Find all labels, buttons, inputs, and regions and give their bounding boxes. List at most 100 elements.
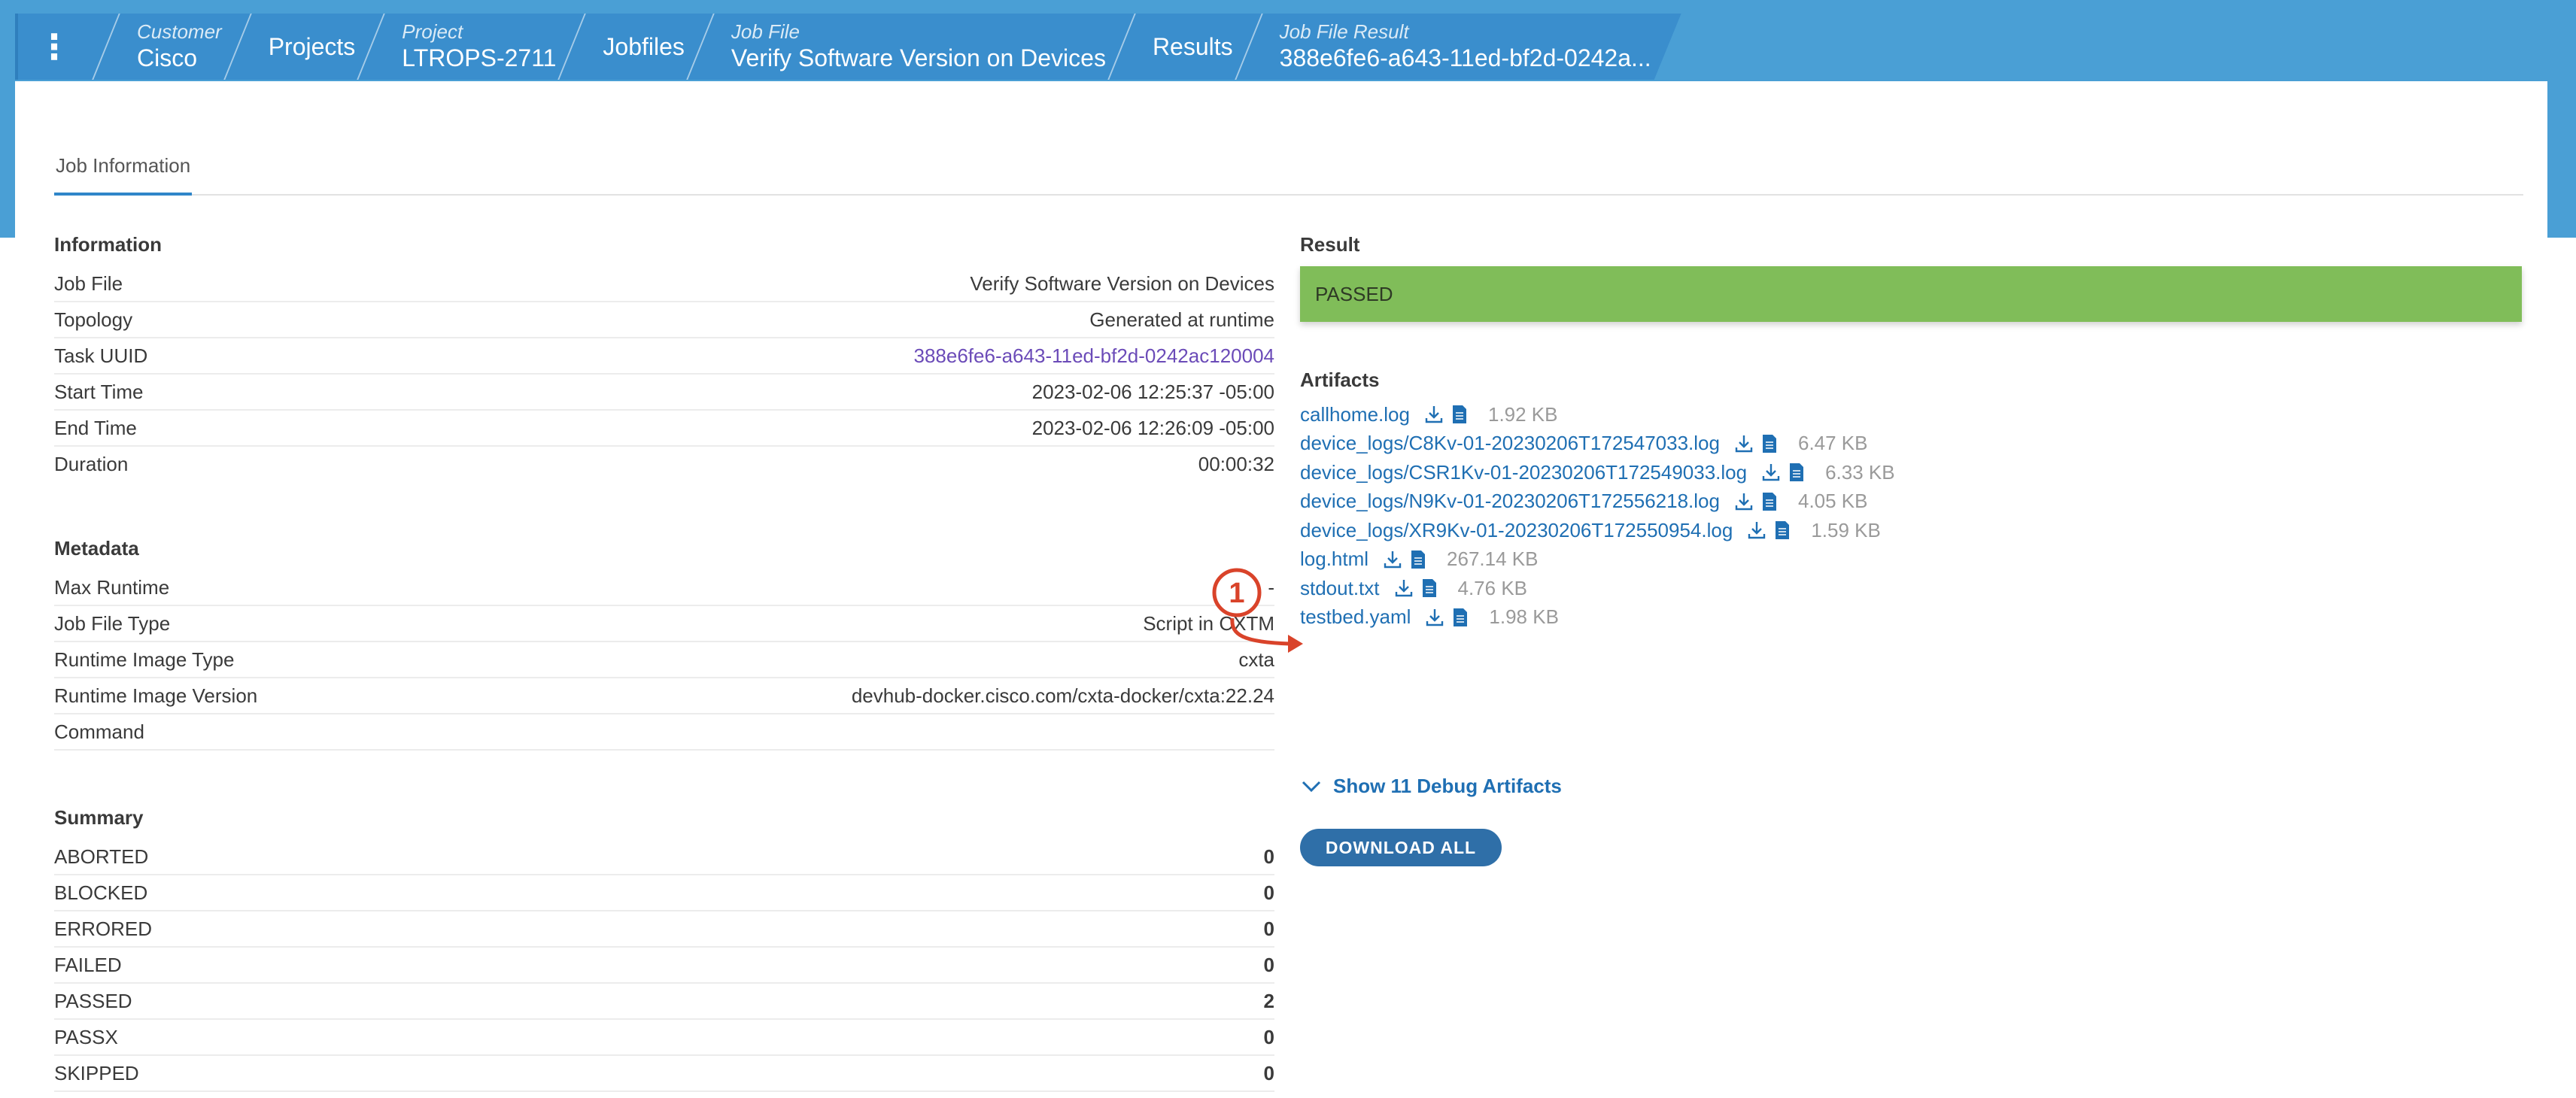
meta-key: Max Runtime <box>54 575 170 599</box>
breadcrumb-projects[interactable]: Projects <box>269 14 356 80</box>
more-menu-icon[interactable]: ⋮ <box>15 14 90 80</box>
download-icon[interactable] <box>1760 462 1782 483</box>
view-file-icon[interactable] <box>1449 404 1470 425</box>
download-icon[interactable] <box>1382 549 1403 570</box>
meta-row-job-file-type: Job File Type Script in CXTM <box>54 606 1274 642</box>
info-key: Task UUID <box>54 344 148 367</box>
top-bar: ⋮ Customer Cisco Projects Project LTROPS… <box>0 0 2576 81</box>
download-all-button[interactable]: DOWNLOAD ALL <box>1300 829 1502 866</box>
breadcrumb-value: 388e6fe6-a643-11ed-bf2d-0242a... <box>1279 44 1651 71</box>
artifact-link[interactable]: device_logs/XR9Kv-01-20230206T172550954.… <box>1300 519 1733 542</box>
info-key: Job File <box>54 271 123 295</box>
view-file-icon[interactable] <box>1772 520 1793 541</box>
breadcrumb-job-file[interactable]: Job File Verify Software Version on Devi… <box>731 14 1106 80</box>
info-key: Start Time <box>54 380 144 403</box>
breadcrumb-label: Job File Result <box>1279 20 1409 43</box>
meta-row-command: Command <box>54 714 1274 751</box>
artifact-row: device_logs/N9Kv-01-20230206T172556218.l… <box>1300 487 1895 517</box>
info-key: Topology <box>54 308 133 331</box>
download-icon[interactable] <box>1423 404 1444 425</box>
view-file-icon[interactable] <box>1419 578 1440 599</box>
breadcrumb-label: Customer <box>137 20 222 43</box>
view-file-icon[interactable] <box>1759 491 1780 512</box>
summary-count: 0 <box>1263 881 1274 904</box>
metadata-list: Max Runtime - Job File Type Script in CX… <box>54 570 1274 751</box>
summary-row-blocked: BLOCKED 0 <box>54 875 1274 911</box>
breadcrumb-value: Jobfiles <box>603 33 685 60</box>
view-file-icon[interactable] <box>1786 462 1807 483</box>
download-icon[interactable] <box>1746 520 1767 541</box>
download-icon[interactable] <box>1733 433 1754 454</box>
result-title: Result <box>1300 233 1360 256</box>
info-row-topology: Topology Generated at runtime <box>54 302 1274 338</box>
task-uuid-link[interactable]: 388e6fe6-a643-11ed-bf2d-0242ac120004 <box>914 344 1275 368</box>
breadcrumb-project[interactable]: Project LTROPS-2711 <box>402 14 556 80</box>
summary-count: 0 <box>1263 953 1274 976</box>
artifact-list: callhome.log 1.92 KB device_logs/C8Kv-01… <box>1300 400 1895 632</box>
artifact-link[interactable]: log.html <box>1300 547 1368 571</box>
artifacts-title: Artifacts <box>1300 369 1380 391</box>
view-file-icon[interactable] <box>1759 433 1780 454</box>
artifact-size: 4.76 KB <box>1457 576 1528 599</box>
breadcrumb-customer[interactable]: Customer Cisco <box>137 14 222 80</box>
artifact-link[interactable]: callhome.log <box>1300 403 1410 426</box>
artifact-size: 267.14 KB <box>1447 547 1539 571</box>
summary-key: ABORTED <box>54 845 149 868</box>
artifact-row: device_logs/CSR1Kv-01-20230206T172549033… <box>1300 458 1895 487</box>
breadcrumb-jobfiles[interactable]: Jobfiles <box>603 14 685 80</box>
summary-count: 0 <box>1263 917 1274 940</box>
information-title: Information <box>54 233 162 256</box>
info-row-end-time: End Time 2023-02-06 12:26:09 -05:00 <box>54 411 1274 447</box>
breadcrumb-value: LTROPS-2711 <box>402 44 557 71</box>
artifact-size: 6.33 KB <box>1825 460 1895 484</box>
artifact-row: device_logs/XR9Kv-01-20230206T172550954.… <box>1300 516 1895 545</box>
artifact-link[interactable]: stdout.txt <box>1300 577 1380 600</box>
meta-row-runtime-image-type: Runtime Image Type cxta <box>54 642 1274 678</box>
breadcrumb-results[interactable]: Results <box>1153 14 1233 80</box>
breadcrumb: ⋮ Customer Cisco Projects Project LTROPS… <box>15 14 1681 80</box>
artifact-link[interactable]: device_logs/CSR1Kv-01-20230206T172549033… <box>1300 461 1747 484</box>
summary-row-aborted: ABORTED 0 <box>54 839 1274 875</box>
result-status-bar: PASSED <box>1300 266 2522 322</box>
breadcrumb-job-file-result[interactable]: Job File Result 388e6fe6-a643-11ed-bf2d-… <box>1280 14 1651 80</box>
summary-row-failed: FAILED 0 <box>54 948 1274 984</box>
info-key: Duration <box>54 452 129 475</box>
tab-job-information[interactable]: Job Information <box>54 152 193 196</box>
info-value: Verify Software Version on Devices <box>970 271 1274 295</box>
info-value: 2023-02-06 12:26:09 -05:00 <box>1031 416 1274 439</box>
metadata-title: Metadata <box>54 537 139 560</box>
meta-row-max-runtime: Max Runtime - <box>54 570 1274 606</box>
breadcrumb-value: Results <box>1152 33 1233 60</box>
breadcrumb-separator <box>1235 14 1263 80</box>
download-icon[interactable] <box>1393 578 1414 599</box>
meta-key: Runtime Image Version <box>54 684 258 707</box>
info-value: 00:00:32 <box>1198 452 1274 475</box>
chevron-down-icon <box>1302 781 1321 792</box>
summary-key: BLOCKED <box>54 881 148 904</box>
view-file-icon[interactable] <box>1450 607 1471 628</box>
artifact-link[interactable]: device_logs/C8Kv-01-20230206T172547033.l… <box>1300 432 1720 455</box>
info-row-job-file: Job File Verify Software Version on Devi… <box>54 266 1274 302</box>
download-icon[interactable] <box>1733 491 1754 512</box>
meta-value: devhub-docker.cisco.com/cxta-docker/cxta… <box>851 684 1274 707</box>
summary-key: PASSED <box>54 989 132 1012</box>
content-card: Job Information Information Job File Ver… <box>15 81 2547 1098</box>
artifact-link[interactable]: testbed.yaml <box>1300 605 1411 629</box>
meta-key: Command <box>54 720 144 743</box>
summary-row-passx: PASSX 0 <box>54 1020 1274 1056</box>
info-row-start-time: Start Time 2023-02-06 12:25:37 -05:00 <box>54 375 1274 411</box>
artifact-row: stdout.txt 4.76 KB <box>1300 574 1895 603</box>
download-icon[interactable] <box>1424 607 1445 628</box>
artifact-row: log.html 267.14 KB <box>1300 545 1895 575</box>
meta-key: Runtime Image Type <box>54 648 235 671</box>
summary-key: FAILED <box>54 953 122 976</box>
summary-key: ERRORED <box>54 917 153 940</box>
result-status: PASSED <box>1315 282 1393 305</box>
artifact-size: 6.47 KB <box>1797 432 1868 455</box>
artifact-link[interactable]: device_logs/N9Kv-01-20230206T172556218.l… <box>1300 490 1720 513</box>
summary-title: Summary <box>54 806 144 829</box>
show-debug-artifacts-toggle[interactable]: Show 11 Debug Artifacts <box>1300 775 1562 798</box>
info-value: 2023-02-06 12:25:37 -05:00 <box>1031 380 1274 403</box>
breadcrumb-separator <box>558 14 587 80</box>
view-file-icon[interactable] <box>1408 549 1429 570</box>
